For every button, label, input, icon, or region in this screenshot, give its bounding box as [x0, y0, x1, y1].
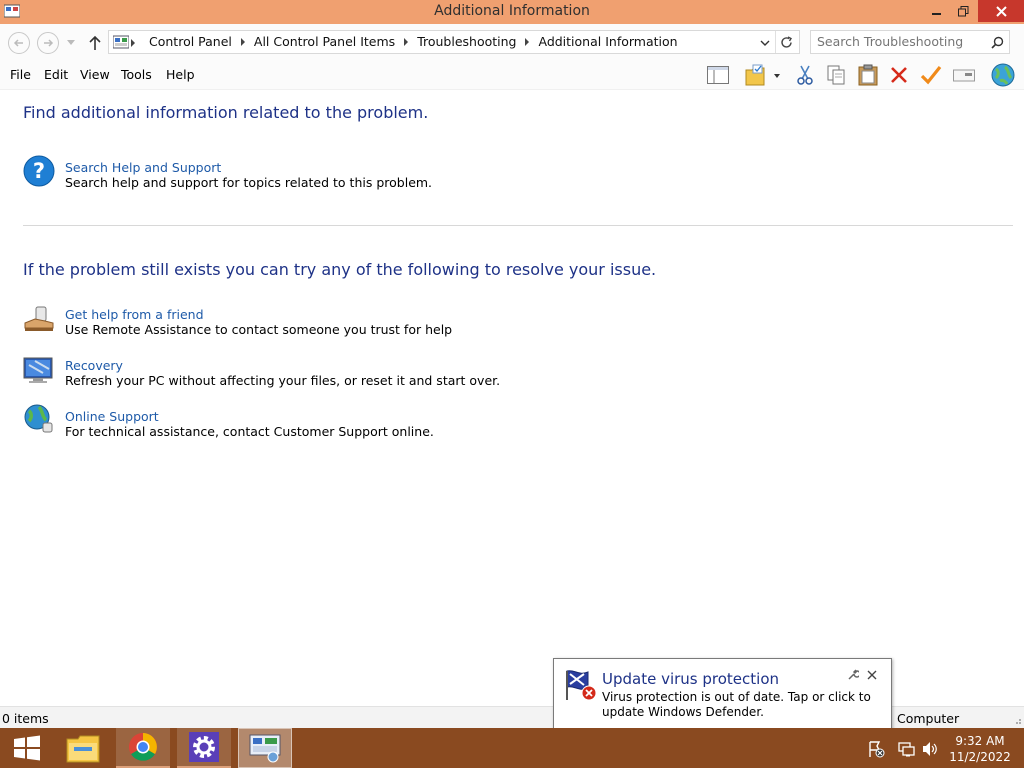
- recovery-link[interactable]: Recovery: [65, 358, 123, 373]
- menu-edit[interactable]: Edit: [44, 67, 68, 82]
- address-bar[interactable]: Control Panel All Control Panel Items Tr…: [108, 30, 800, 54]
- layout-button[interactable]: [705, 63, 731, 87]
- recovery-icon: [23, 357, 53, 383]
- taskbar: 9:32 AM 11/2/2022: [0, 728, 1024, 768]
- svg-text:?: ?: [33, 159, 45, 183]
- network-button[interactable]: [990, 63, 1016, 87]
- section-divider: [23, 225, 1013, 226]
- recent-locations-icon[interactable]: [67, 40, 75, 46]
- windows-logo-icon: [14, 735, 40, 761]
- close-icon: [995, 5, 1007, 17]
- cut-button[interactable]: [792, 63, 818, 87]
- chrome-icon: [129, 733, 157, 761]
- menu-file[interactable]: File: [10, 67, 31, 82]
- clock-date: 11/2/2022: [949, 750, 1011, 764]
- notification-toast[interactable]: Update virus protection Virus protection…: [553, 658, 892, 741]
- notification-message: Virus protection is out of date. Tap or …: [602, 690, 871, 719]
- restore-button[interactable]: [948, 0, 978, 22]
- breadcrumb-separator[interactable]: [525, 37, 530, 46]
- rename-icon: [953, 69, 975, 82]
- resize-grip-icon[interactable]: [1012, 715, 1022, 725]
- help-icon: ?: [23, 155, 55, 187]
- properties-button[interactable]: [918, 63, 944, 87]
- get-help-friend-description: Use Remote Assistance to contact someone…: [65, 322, 453, 337]
- layout-icon: [707, 66, 729, 84]
- online-support-description: For technical assistance, contact Custom…: [65, 424, 434, 439]
- restore-icon: [957, 5, 968, 16]
- breadcrumb: Control Panel All Control Panel Items Tr…: [139, 34, 678, 49]
- notification-close-icon[interactable]: [867, 670, 877, 680]
- forward-button[interactable]: [37, 32, 59, 54]
- section-heading-additional-info: Find additional information related to t…: [23, 103, 429, 122]
- globe-icon: [991, 63, 1015, 87]
- delete-button[interactable]: [886, 63, 912, 87]
- taskbar-chrome[interactable]: [116, 728, 170, 768]
- refresh-icon[interactable]: [780, 36, 793, 49]
- breadcrumb-troubleshooting[interactable]: Troubleshooting: [417, 34, 516, 49]
- forward-arrow-icon: [44, 39, 54, 47]
- menu-view[interactable]: View: [80, 67, 110, 82]
- up-arrow-icon[interactable]: [88, 35, 102, 51]
- control-panel-icon: [113, 35, 129, 49]
- search-input[interactable]: [817, 34, 987, 49]
- taskbar-settings[interactable]: [177, 728, 231, 768]
- status-location: Computer: [897, 711, 960, 726]
- window-title: Additional Information: [434, 3, 590, 19]
- taskbar-control-panel[interactable]: [238, 728, 292, 768]
- settings-wrench-icon[interactable]: [847, 669, 859, 681]
- breadcrumb-separator[interactable]: [404, 37, 409, 46]
- menu-bar: File Edit View Tools Help: [0, 60, 1024, 90]
- online-support-icon: [24, 404, 53, 433]
- cut-icon: [797, 65, 813, 85]
- remote-assistance-icon: [24, 306, 54, 331]
- copy-icon: [827, 65, 845, 85]
- clock-time: 9:32 AM: [955, 734, 1005, 748]
- paste-icon: [858, 64, 878, 86]
- online-support-link[interactable]: Online Support: [65, 409, 159, 424]
- delete-icon: [891, 67, 907, 83]
- action-center-flag-icon[interactable]: [867, 740, 885, 758]
- gear-icon: [189, 732, 219, 762]
- system-clock[interactable]: 9:32 AM 11/2/2022: [944, 733, 1016, 765]
- menu-help[interactable]: Help: [166, 67, 195, 82]
- folder-options-button[interactable]: [742, 63, 782, 87]
- breadcrumb-separator[interactable]: [131, 39, 135, 47]
- volume-icon[interactable]: [921, 740, 939, 758]
- back-button[interactable]: [8, 32, 30, 54]
- rename-button[interactable]: [951, 63, 977, 87]
- close-button[interactable]: [978, 0, 1024, 22]
- get-help-friend-link[interactable]: Get help from a friend: [65, 307, 204, 322]
- search-help-description: Search help and support for topics relat…: [65, 175, 433, 190]
- network-status-icon[interactable]: [898, 740, 916, 758]
- search-box[interactable]: [810, 30, 1010, 54]
- items-count: 0 items: [2, 711, 49, 726]
- recovery-description: Refresh your PC without affecting your f…: [65, 373, 501, 388]
- defender-flag-icon: [566, 670, 597, 701]
- search-icon[interactable]: [991, 36, 1004, 49]
- taskbar-file-explorer[interactable]: [56, 728, 110, 768]
- navigation-bar: Control Panel All Control Panel Items Tr…: [0, 24, 1024, 60]
- chevron-down-icon[interactable]: [760, 40, 770, 47]
- file-explorer-icon: [66, 735, 100, 763]
- search-help-link[interactable]: Search Help and Support: [65, 160, 221, 175]
- start-button[interactable]: [0, 728, 54, 768]
- section-heading-resolve-issue: If the problem still exists you can try …: [23, 260, 657, 279]
- copy-button[interactable]: [823, 63, 849, 87]
- folder-properties-icon: [745, 64, 780, 86]
- paste-button[interactable]: [855, 63, 881, 87]
- back-arrow-icon: [13, 39, 23, 47]
- breadcrumb-separator[interactable]: [240, 37, 245, 46]
- notification-title: Update virus protection: [602, 670, 780, 688]
- breadcrumb-additional-information[interactable]: Additional Information: [538, 34, 677, 49]
- breadcrumb-all-items[interactable]: All Control Panel Items: [254, 34, 395, 49]
- title-bar[interactable]: Additional Information: [0, 0, 1024, 24]
- menu-tools[interactable]: Tools: [121, 67, 152, 82]
- minimize-icon: [932, 13, 941, 15]
- breadcrumb-control-panel[interactable]: Control Panel: [149, 34, 232, 49]
- control-panel-taskbar-icon: [249, 734, 281, 763]
- check-icon: [920, 66, 942, 85]
